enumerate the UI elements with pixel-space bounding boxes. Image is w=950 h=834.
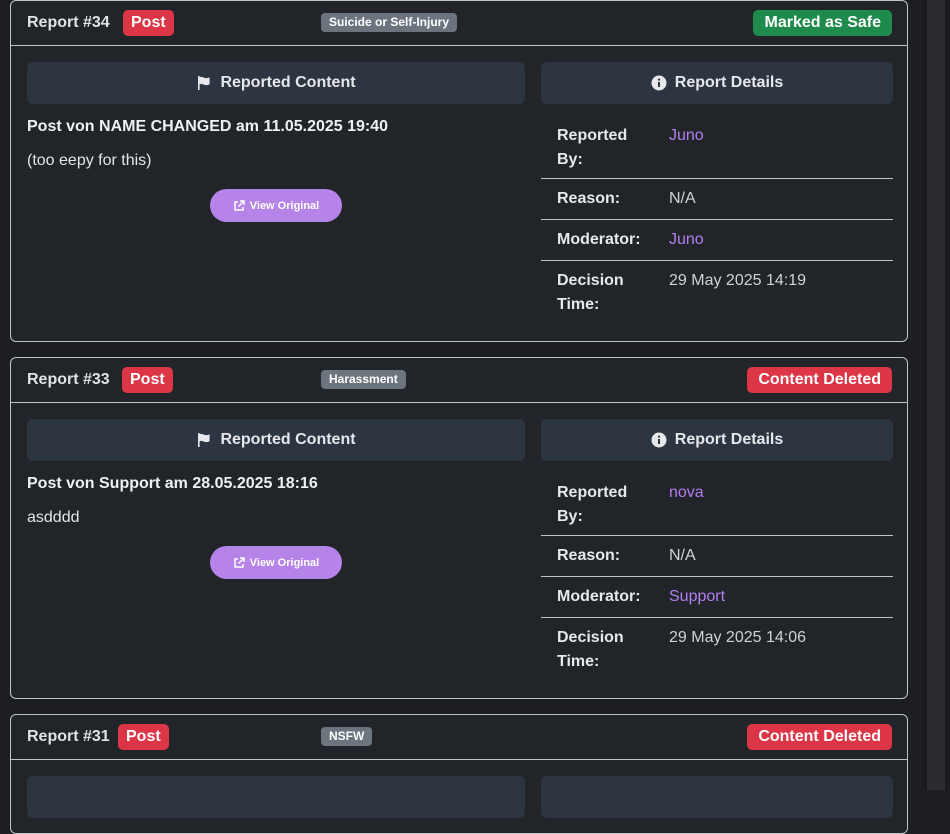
status-badge: Marked as Safe: [753, 10, 892, 36]
detail-label: Decision Time:: [557, 272, 624, 313]
status-badge: Content Deleted: [747, 367, 892, 393]
external-link-icon: [233, 556, 245, 569]
category-badge: Suicide or Self-Injury: [321, 13, 458, 32]
report-details: Reported By: Juno Reason: N/A Moderator:…: [541, 112, 893, 327]
report-id: Report #31: [27, 728, 110, 745]
detail-row-reported-by: Reported By: Juno: [541, 112, 893, 179]
moderator-link[interactable]: Support: [669, 585, 725, 609]
detail-label: Reason:: [557, 547, 621, 564]
view-original-label: View Original: [249, 556, 320, 569]
category-badge: NSFW: [321, 727, 373, 746]
reporter-link[interactable]: Juno: [669, 124, 704, 148]
detail-label: Moderator:: [557, 231, 641, 248]
detail-row-reported-by: Reported By: nova: [541, 469, 893, 536]
report-details-header: Report Details: [541, 419, 893, 461]
reported-content-title: Reported Content: [220, 74, 356, 91]
detail-label: Moderator:: [557, 588, 641, 605]
detail-row-reason: Reason: N/A: [541, 179, 893, 220]
post-title: Post von NAME CHANGED am 11.05.2025 19:4…: [27, 118, 389, 135]
reported-content-header: Reported Content: [27, 419, 525, 461]
post-title: Post von Support am 28.05.2025 18:16: [27, 475, 318, 492]
type-badge: Post: [123, 10, 174, 36]
detail-row-moderator: Moderator: Juno: [541, 220, 893, 261]
external-link-icon: [233, 199, 245, 212]
reason-value: N/A: [669, 547, 696, 564]
report-card: Report #34 Post Suicide or Self-Injury M…: [10, 0, 908, 342]
scrollbar[interactable]: [922, 0, 950, 790]
reason-value: N/A: [669, 190, 696, 207]
decision-time-value: 29 May 2025 14:06: [669, 629, 806, 646]
type-badge: Post: [122, 367, 173, 393]
reported-content-header: Reported Content: [27, 62, 525, 104]
moderator-link[interactable]: Juno: [669, 228, 704, 252]
post-body: (too eepy for this): [27, 152, 152, 169]
report-details: Reported By: nova Reason: N/A Moderator:…: [541, 469, 893, 684]
detail-label: Decision Time:: [557, 629, 624, 670]
view-original-label: View Original: [249, 199, 320, 212]
report-details-header: Report Details: [541, 62, 893, 104]
detail-label: Reported By:: [557, 127, 628, 168]
decision-time-value: 29 May 2025 14:19: [669, 272, 806, 289]
report-header: Report #34 Post Suicide or Self-Injury M…: [11, 1, 907, 46]
info-icon: [651, 75, 667, 91]
view-original-button[interactable]: View Original: [210, 546, 342, 579]
report-details-title: Report Details: [674, 74, 784, 91]
report-header: Report #33 Post Harassment Content Delet…: [11, 358, 907, 403]
info-icon: [651, 432, 667, 448]
detail-label: Reason:: [557, 190, 621, 207]
report-id: Report #33: [27, 371, 110, 388]
type-badge: Post: [118, 724, 169, 750]
detail-label: Reported By:: [557, 484, 628, 525]
reporter-link[interactable]: nova: [669, 481, 704, 505]
detail-row-moderator: Moderator: Support: [541, 577, 893, 618]
report-card: Report #31 Post NSFW Content Deleted: [10, 714, 908, 834]
status-badge: Content Deleted: [747, 724, 892, 750]
reported-content-title: Reported Content: [220, 431, 356, 448]
detail-row-decision-time: Decision Time: 29 May 2025 14:19: [541, 261, 893, 327]
report-header: Report #31 Post NSFW Content Deleted: [11, 715, 907, 760]
reported-content-header: [27, 776, 525, 818]
flag-icon: [196, 75, 212, 91]
report-details-title: Report Details: [674, 431, 784, 448]
category-badge: Harassment: [321, 370, 406, 389]
detail-row-decision-time: Decision Time: 29 May 2025 14:06: [541, 618, 893, 684]
view-original-button[interactable]: View Original: [210, 189, 342, 222]
scrollbar-thumb[interactable]: [927, 0, 945, 790]
report-details-header: [541, 776, 893, 818]
report-id: Report #34: [27, 14, 110, 31]
flag-icon: [196, 432, 212, 448]
post-body: asdddd: [27, 509, 80, 526]
detail-row-reason: Reason: N/A: [541, 536, 893, 577]
report-card: Report #33 Post Harassment Content Delet…: [10, 357, 908, 699]
